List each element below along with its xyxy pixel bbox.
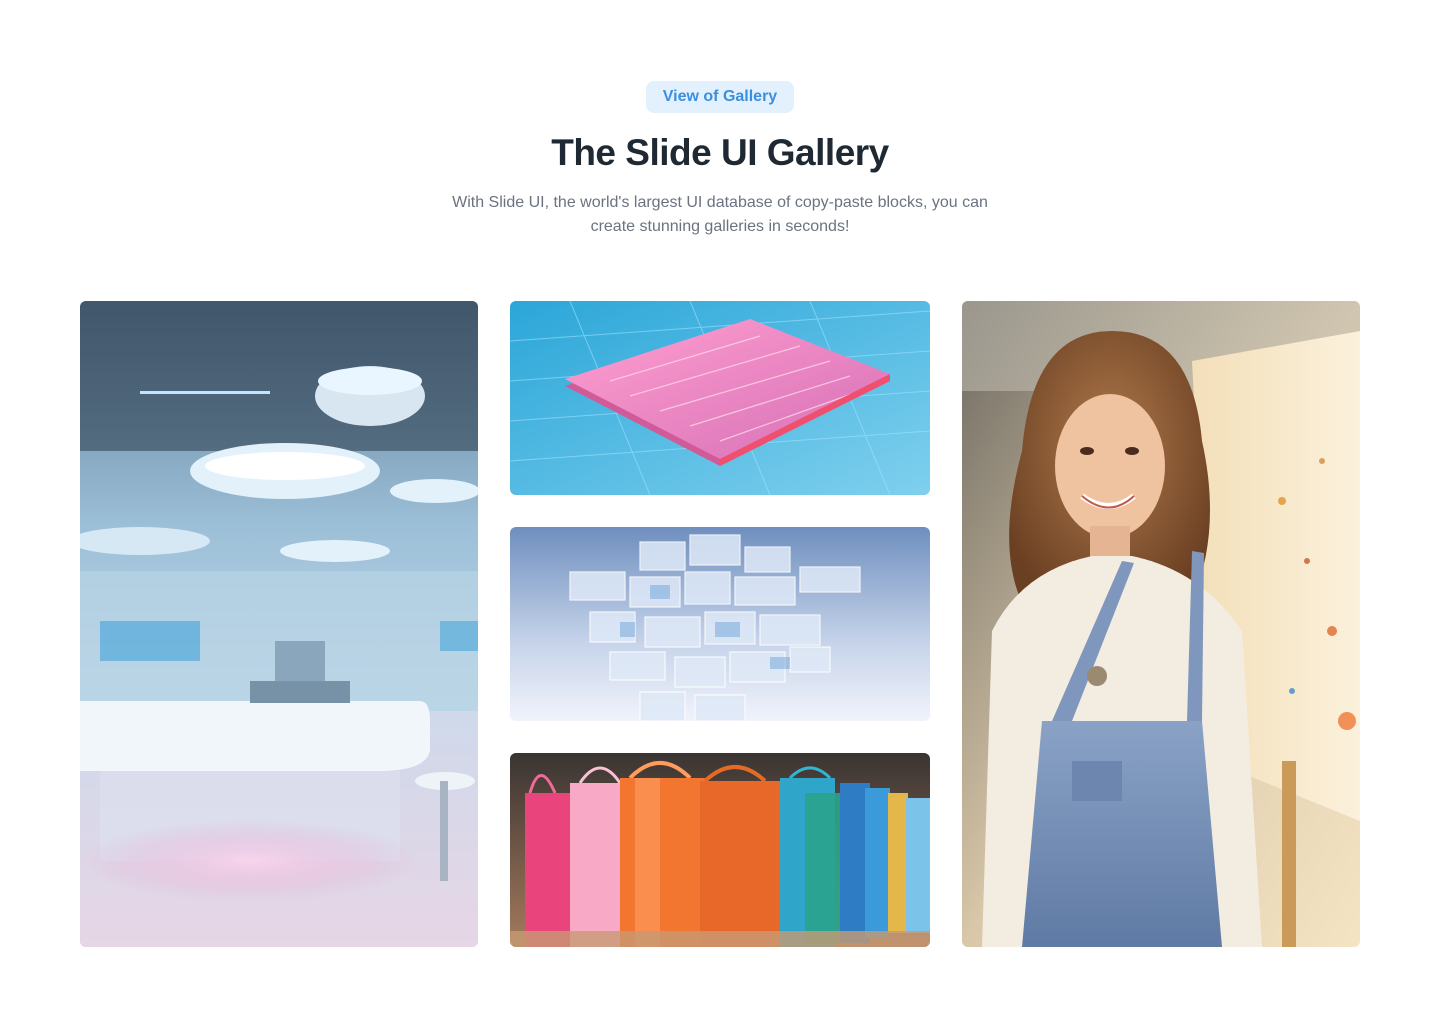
glass-cubes-illustration [510, 527, 930, 721]
view-gallery-badge[interactable]: View of Gallery [645, 81, 795, 113]
gallery-image-lab[interactable] [80, 301, 478, 947]
gallery-image-bags[interactable] [510, 753, 930, 947]
chip-illustration [510, 301, 930, 495]
section-header: View of Gallery The Slide UI Gallery Wit… [0, 81, 1440, 239]
section-description: With Slide UI, the world's largest UI da… [452, 194, 988, 235]
gallery-image-glass[interactable] [510, 527, 930, 721]
artist-illustration [962, 301, 1360, 947]
lab-illustration [80, 301, 478, 947]
gallery-section: View of Gallery The Slide UI Gallery Wit… [0, 0, 1440, 1027]
shopping-bags-illustration [510, 753, 930, 947]
gallery-image-chip[interactable] [510, 301, 930, 495]
page-title: The Slide UI Gallery [551, 132, 889, 173]
gallery-image-artist[interactable] [962, 301, 1360, 947]
